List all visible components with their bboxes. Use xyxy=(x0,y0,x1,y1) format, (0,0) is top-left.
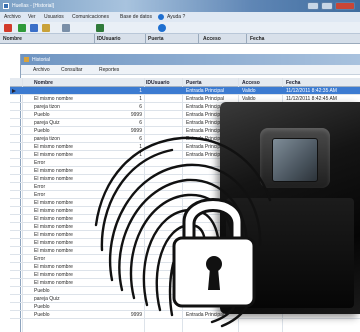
table-row[interactable]: 1 Entrada Principal Valido 11/12/2011 8:42:… xyxy=(10,87,360,95)
cell-puerta: Entrada Principal xyxy=(186,112,225,118)
cell-acceso: Valido xyxy=(242,88,256,94)
tool-db-icon[interactable] xyxy=(96,24,104,32)
menu-ayuda[interactable]: Ayuda ? xyxy=(167,14,185,20)
cell-idusuario: 1 xyxy=(139,96,142,102)
historial-menu-reportes[interactable]: Reportes xyxy=(99,67,119,73)
cell-puerta: Entrada Principal xyxy=(186,88,225,94)
tool-refresh-icon[interactable] xyxy=(18,24,26,32)
cell-nombre: Pueblo xyxy=(34,112,50,118)
historial-menu-archivo[interactable]: Archivo xyxy=(33,67,50,73)
cell-nombre: pareja tizon xyxy=(34,136,60,142)
menu-archivo[interactable]: Archivo xyxy=(4,14,21,20)
cell-idusuario: 6 xyxy=(139,120,142,126)
cell-nombre: Error xyxy=(34,256,46,262)
tool-grid-icon[interactable] xyxy=(62,24,70,32)
tool-fingerprint-icon[interactable] xyxy=(42,24,50,32)
window-title: Huellas - [Historial] xyxy=(12,3,54,9)
cell-nombre: El mismo nombre xyxy=(34,248,73,254)
outer-col-nombre[interactable]: Nombre xyxy=(3,36,22,42)
cell-nombre: pareja Quiz xyxy=(34,120,60,126)
historial-title: Historial xyxy=(32,57,51,63)
fingerprint-lock-icon xyxy=(94,136,272,328)
outer-grid-header: Nombre IDUsuario Puerta Acceso Fecha xyxy=(0,34,360,44)
cell-puerta: Entrada Principal xyxy=(186,120,225,126)
cell-nombre: pareja Quiz xyxy=(34,296,60,302)
maximize-button[interactable] xyxy=(321,2,333,10)
col-acceso[interactable]: Acceso xyxy=(242,80,260,86)
tool-users-icon[interactable] xyxy=(30,24,38,32)
cell-nombre: El mismo nombre xyxy=(34,216,73,222)
menu-bar: Archivo Ver Usuarios Comunicaciones Base… xyxy=(0,12,360,22)
outer-col-fecha[interactable]: Fecha xyxy=(250,36,264,42)
col-nombre[interactable]: Nombre xyxy=(34,80,53,86)
help-icon xyxy=(158,14,164,20)
cell-puerta: Entrada Principal xyxy=(186,96,225,102)
menu-base-de-datos[interactable]: Base de datos xyxy=(120,14,152,20)
historial-menu: Archivo Consultar Reportes xyxy=(21,65,360,75)
cell-nombre: Error xyxy=(34,160,46,166)
cell-nombre: El mismo nombre xyxy=(34,200,73,206)
cell-nombre: El mismo nombre xyxy=(34,272,73,278)
minimize-button[interactable] xyxy=(307,2,319,10)
col-idusuario[interactable]: IDUsuario xyxy=(146,80,170,86)
cell-nombre: El mismo nombre xyxy=(34,280,73,286)
tool-exit-icon[interactable] xyxy=(4,24,12,32)
cell-idusuario: 9999 xyxy=(130,112,142,118)
grid-header: Nombre IDUsuario Puerta Acceso Fecha xyxy=(10,78,360,87)
cell-nombre: Pueblo xyxy=(34,128,50,134)
historial-icon xyxy=(24,57,29,62)
app-titlebar: Huellas - [Historial] xyxy=(0,0,360,12)
cell-nombre: Error xyxy=(34,184,46,190)
row-pointer-icon xyxy=(12,89,16,93)
cell-nombre: El mismo nombre xyxy=(34,224,73,230)
cell-nombre: El mismo nombre xyxy=(34,152,73,158)
cell-nombre: Error xyxy=(34,192,46,198)
padlock-shape xyxy=(172,198,256,308)
cell-nombre: El mismo nombre xyxy=(34,208,73,214)
cell-puerta: Entrada Principal xyxy=(186,104,225,110)
col-fecha[interactable]: Fecha xyxy=(286,80,300,86)
col-puerta[interactable]: Puerta xyxy=(186,80,202,86)
scanner-sensor xyxy=(272,138,318,182)
tool-help-icon[interactable] xyxy=(158,24,166,32)
cell-idusuario: 1 xyxy=(139,88,142,94)
cell-nombre: Pueblo xyxy=(34,304,50,310)
outer-col-puerta[interactable]: Puerta xyxy=(148,36,164,42)
cell-fecha: 11/12/2011 8:42:35 AM xyxy=(286,88,337,94)
cell-nombre: El mismo nombre xyxy=(34,176,73,182)
app-icon xyxy=(3,3,9,9)
cell-nombre: El mismo nombre xyxy=(34,144,73,150)
outer-col-acceso[interactable]: Acceso xyxy=(203,36,221,42)
toolbar xyxy=(0,22,360,34)
cell-nombre: Pueblo xyxy=(34,312,50,318)
menu-ver[interactable]: Ver xyxy=(28,14,36,20)
cell-nombre: pareja tizon xyxy=(34,104,60,110)
cell-nombre: Pueblo xyxy=(34,288,50,294)
outer-col-idusuario[interactable]: IDUsuario xyxy=(97,36,121,42)
close-button[interactable] xyxy=(335,2,355,10)
menu-usuarios[interactable]: Usuarios xyxy=(44,14,64,20)
historial-menu-consultar[interactable]: Consultar xyxy=(61,67,82,73)
cell-nombre: El mismo nombre xyxy=(34,264,73,270)
menu-comunicaciones[interactable]: Comunicaciones xyxy=(72,14,109,20)
historial-titlebar: Historial xyxy=(21,54,360,65)
cell-nombre: El mismo nombre xyxy=(34,240,73,246)
cell-idusuario: 6 xyxy=(139,104,142,110)
cell-nombre: El mismo nombre xyxy=(34,96,73,102)
cell-nombre: El mismo nombre xyxy=(34,168,73,174)
cell-nombre: El mismo nombre xyxy=(34,232,73,238)
